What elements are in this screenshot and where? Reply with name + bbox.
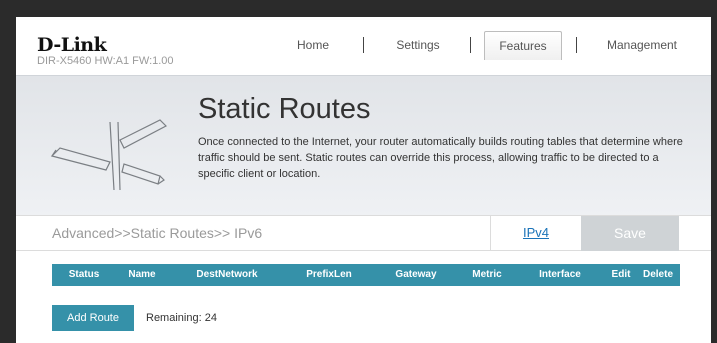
column-status: Status	[68, 269, 100, 280]
ipv4-link[interactable]: IPv4	[490, 216, 581, 250]
column-destnetwork: DestNetwork	[196, 269, 258, 280]
column-gateway: Gateway	[395, 269, 437, 280]
save-button[interactable]: Save	[581, 216, 679, 251]
header: D-Link DIR-X5460 HW:A1 FW:1.00 Home Sett…	[16, 17, 711, 75]
page-description: Once connected to the Internet, your rou…	[198, 136, 683, 180]
nav-features[interactable]: Features	[484, 31, 562, 60]
column-interface: Interface	[539, 269, 581, 280]
nav-settings[interactable]: Settings	[378, 31, 458, 59]
nav-management[interactable]: Management	[590, 31, 694, 59]
signpost-icon	[50, 119, 168, 191]
router-admin-page: D-Link DIR-X5460 HW:A1 FW:1.00 Home Sett…	[16, 17, 711, 343]
column-delete: Delete	[642, 269, 673, 280]
page-banner: Static Routes Once connected to the Inte…	[16, 75, 711, 216]
column-prefixlen: PrefixLen	[306, 269, 352, 280]
nav-divider	[470, 37, 471, 53]
top-nav: Home Settings Features Management	[16, 31, 711, 61]
nav-divider	[576, 37, 577, 53]
breadcrumb-bar: Advanced>>Static Routes>> IPv6 IPv4 Save	[16, 215, 711, 251]
nav-home[interactable]: Home	[278, 31, 348, 59]
column-metric: Metric	[472, 269, 502, 280]
add-route-button[interactable]: Add Route	[52, 305, 134, 331]
column-edit: Edit	[611, 269, 631, 280]
column-name: Name	[128, 269, 156, 280]
routes-table-header: Status Name DestNetwork PrefixLen Gatewa…	[52, 264, 680, 286]
nav-divider	[363, 37, 364, 53]
remaining-count: Remaining: 24	[146, 312, 217, 324]
page-title: Static Routes	[198, 93, 371, 125]
breadcrumb: Advanced>>Static Routes>> IPv6	[52, 225, 263, 241]
